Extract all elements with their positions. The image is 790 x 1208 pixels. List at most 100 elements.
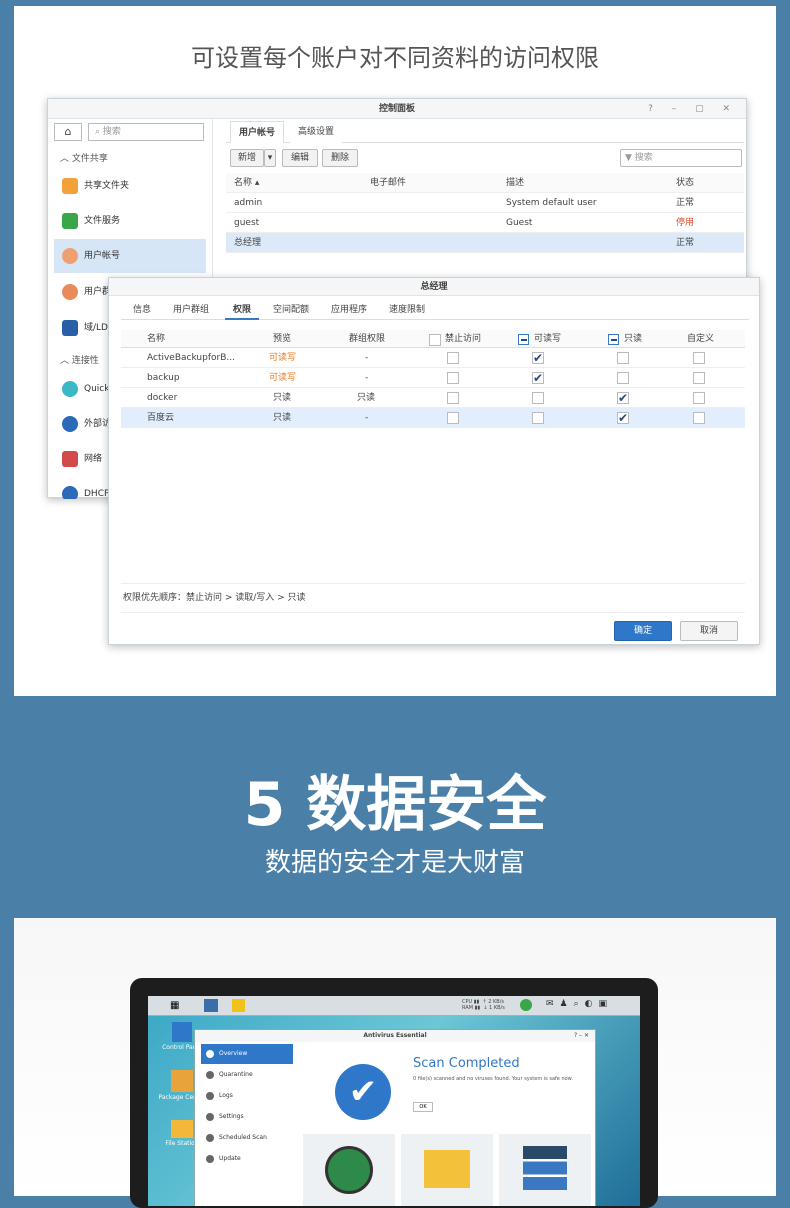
- readwrite-checkbox[interactable]: [532, 392, 544, 404]
- cancel-button[interactable]: 取消: [680, 621, 738, 641]
- column-header[interactable]: 状态: [676, 173, 694, 193]
- window-controls[interactable]: ? – ▢ ✕: [648, 99, 738, 119]
- user-name: 总经理: [234, 238, 262, 248]
- file-station-icon: [171, 1120, 193, 1138]
- filter-placeholder: 搜索: [634, 153, 653, 163]
- edit-button[interactable]: 编辑: [282, 149, 318, 167]
- custom-checkbox[interactable]: [693, 412, 705, 424]
- sidebar-item-user[interactable]: 用户帐号: [54, 239, 206, 273]
- readonly-checkbox[interactable]: [617, 372, 629, 384]
- window-title: 控制面板: [378, 104, 415, 114]
- menu-label: Update: [219, 1155, 241, 1162]
- logs-icon: [206, 1092, 214, 1100]
- taskbar-icons[interactable]: ✉♟⌕◐▣: [546, 999, 613, 1009]
- antivirus-taskbar-icon[interactable]: [232, 999, 245, 1012]
- sidebar-item-shared-folder[interactable]: 共享文件夹: [54, 169, 206, 203]
- tab-permissions[interactable]: 权限: [225, 300, 260, 320]
- readonly-checkbox[interactable]: [617, 408, 629, 428]
- section-connectivity[interactable]: ︿ 连接性: [60, 353, 99, 366]
- menu-settings[interactable]: Settings: [201, 1107, 293, 1127]
- column-header[interactable]: 电子邮件: [370, 173, 406, 193]
- tab-user-account[interactable]: 用户帐号: [230, 121, 285, 143]
- filter-search-input[interactable]: ▼ 搜索: [620, 149, 742, 167]
- column-header[interactable]: 描述: [506, 173, 524, 193]
- readwrite-all-checkbox[interactable]: [518, 334, 529, 345]
- menu-update[interactable]: Update: [201, 1149, 293, 1169]
- apps-grid-icon[interactable]: ▦: [170, 1000, 179, 1011]
- table-row[interactable]: backup 可读写 -: [121, 368, 745, 388]
- house-icon: [62, 451, 78, 467]
- preview-value: 只读: [273, 413, 292, 423]
- column-header[interactable]: 名称 ▴: [234, 173, 259, 193]
- tab-applications[interactable]: 应用程序: [323, 300, 375, 320]
- server-card: [499, 1134, 591, 1206]
- user-name: admin: [234, 198, 263, 208]
- deny-checkbox[interactable]: [447, 412, 459, 424]
- sidebar-item-file-services[interactable]: 文件服务: [54, 204, 206, 238]
- new-button[interactable]: 新增: [230, 149, 264, 167]
- status-icon[interactable]: [520, 999, 532, 1011]
- new-dropdown-button[interactable]: ▾: [264, 149, 276, 167]
- tab-user-group[interactable]: 用户群组: [165, 300, 217, 320]
- tab-speed-limit[interactable]: 速度限制: [381, 300, 433, 320]
- tab-info[interactable]: 信息: [125, 300, 159, 320]
- delete-button[interactable]: 删除: [322, 149, 358, 167]
- readonly-checkbox[interactable]: [617, 388, 629, 408]
- custom-checkbox[interactable]: [693, 372, 705, 384]
- column-header: 可读写: [534, 334, 562, 344]
- home-icon: ⌂: [64, 125, 72, 138]
- home-button[interactable]: ⌂: [54, 123, 82, 141]
- readonly-checkbox[interactable]: [617, 352, 629, 364]
- tab-advanced[interactable]: 高级设置: [290, 121, 343, 143]
- table-row[interactable]: 百度云 只读 -: [121, 408, 745, 428]
- user-icon: [62, 248, 78, 264]
- antivirus-window: Antivirus Essential ? – ✕ Overview Quaran…: [194, 1029, 596, 1206]
- sidebar-item-label: 文件服务: [84, 216, 121, 226]
- scan-message: 0 file(s) scanned and no viruses found. …: [413, 1076, 573, 1082]
- sidebar-item-label: 用户群: [84, 287, 112, 297]
- sidebar-item-label: 网络: [84, 454, 103, 464]
- preview-value: 只读: [273, 393, 292, 403]
- schedule-icon: [206, 1134, 214, 1142]
- custom-checkbox[interactable]: [693, 352, 705, 364]
- ok-button[interactable]: 确定: [614, 621, 672, 641]
- folder-name: backup: [147, 373, 180, 383]
- sidebar-search-input[interactable]: ⌕ 搜索: [88, 123, 204, 141]
- menu-quarantine[interactable]: Quarantine: [201, 1065, 293, 1085]
- readonly-all-checkbox[interactable]: [608, 334, 619, 345]
- menu-label: Overview: [219, 1050, 248, 1057]
- deny-checkbox[interactable]: [447, 352, 459, 364]
- menu-logs[interactable]: Logs: [201, 1086, 293, 1106]
- table-row[interactable]: ActiveBackupforB... 可读写 -: [121, 348, 745, 368]
- menu-overview[interactable]: Overview: [201, 1044, 293, 1064]
- group-permission: -: [365, 353, 369, 363]
- folder-name: 百度云: [147, 413, 175, 423]
- window-titlebar: 控制面板 ? – ▢ ✕: [48, 99, 746, 119]
- readwrite-checkbox[interactable]: [532, 412, 544, 424]
- table-row[interactable]: admin System default user 正常: [226, 193, 744, 213]
- readwrite-checkbox[interactable]: [532, 348, 544, 368]
- deny-all-checkbox[interactable]: [429, 334, 441, 346]
- custom-checkbox[interactable]: [693, 392, 705, 404]
- section-file-sharing[interactable]: ︿ 文件共享: [60, 151, 108, 164]
- filter-icon: ▼: [625, 153, 635, 163]
- deny-checkbox[interactable]: [447, 392, 459, 404]
- domain-icon: [62, 320, 78, 336]
- deny-checkbox[interactable]: [447, 372, 459, 384]
- menu-label: Settings: [219, 1113, 244, 1120]
- table-row[interactable]: guest Guest 停用: [226, 213, 744, 233]
- table-row[interactable]: docker 只读 只读: [121, 388, 745, 408]
- scan-ok-button[interactable]: OK: [413, 1102, 433, 1112]
- table-row[interactable]: 总经理 正常: [226, 233, 744, 253]
- readwrite-checkbox[interactable]: [532, 368, 544, 388]
- tab-quota[interactable]: 空间配额: [265, 300, 317, 320]
- file-service-icon: [62, 213, 78, 229]
- preview-value: 可读写: [269, 373, 297, 383]
- group-permission: 只读: [357, 393, 376, 403]
- taskbar-app-icon[interactable]: [204, 999, 218, 1012]
- column-header: 自定义: [687, 334, 715, 344]
- menu-scheduled-scan[interactable]: Scheduled Scan: [201, 1128, 293, 1148]
- search-placeholder: 搜索: [102, 127, 121, 137]
- package-center-icon: [171, 1070, 193, 1092]
- window-controls[interactable]: ? – ✕: [574, 1030, 589, 1042]
